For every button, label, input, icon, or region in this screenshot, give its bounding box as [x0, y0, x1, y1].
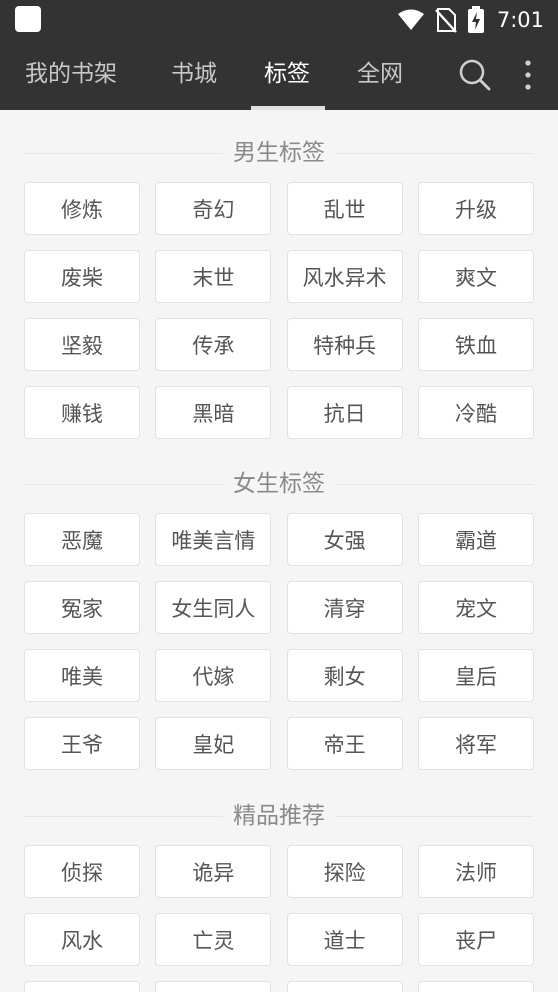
- tag-button[interactable]: 抗日: [286, 386, 403, 439]
- tag-button[interactable]: 探险: [286, 845, 403, 898]
- tag-button[interactable]: 特种兵: [286, 318, 403, 371]
- tab-bookstore[interactable]: 书城: [171, 40, 217, 110]
- tag-button[interactable]: 爽文: [417, 250, 534, 303]
- tag-button[interactable]: 帝王: [286, 717, 403, 770]
- tag-button[interactable]: 王爷: [24, 717, 140, 770]
- tag-button[interactable]: 诡异: [155, 845, 272, 898]
- tag-button[interactable]: 法师: [417, 845, 534, 898]
- tag-button[interactable]: 恶魔: [24, 513, 140, 566]
- wifi-icon: [397, 9, 424, 30]
- top-nav-bar: 我的书架 书城 标签 全网: [0, 40, 558, 110]
- tag-grid-male: 修炼 奇幻 乱世 升级 废柴 末世 风水异术 爽文 坚毅 传承 特种兵 铁血 赚…: [24, 182, 534, 439]
- tag-button[interactable]: 奇幻: [155, 182, 272, 235]
- tag-button[interactable]: 皇后: [417, 649, 534, 702]
- tag-button[interactable]: 将军: [417, 717, 534, 770]
- tag-button[interactable]: 废柴: [24, 250, 140, 303]
- tag-button-partial[interactable]: [286, 981, 403, 992]
- tag-button[interactable]: 铁血: [417, 318, 534, 371]
- tag-button[interactable]: 唯美: [24, 649, 140, 702]
- section-header-male: 男生标签: [24, 135, 534, 171]
- tag-button[interactable]: 冷酷: [417, 386, 534, 439]
- tag-grid-female: 恶魔 唯美言情 女强 霸道 冤家 女生同人 清穿 宠文 唯美 代嫁 剩女 皇后 …: [24, 513, 534, 770]
- tag-button[interactable]: 女强: [286, 513, 403, 566]
- tag-button[interactable]: 皇妃: [155, 717, 272, 770]
- tag-button[interactable]: 剩女: [286, 649, 403, 702]
- battery-charging-icon: [467, 6, 484, 33]
- tag-button[interactable]: 亡灵: [155, 913, 272, 966]
- tag-button[interactable]: 唯美言情: [155, 513, 272, 566]
- app-notification-icon: [15, 6, 41, 32]
- section-header-recommended: 精品推荐: [24, 798, 534, 834]
- tag-button-partial[interactable]: [155, 981, 272, 992]
- tag-button[interactable]: 宠文: [417, 581, 534, 634]
- tag-button[interactable]: 黑暗: [155, 386, 272, 439]
- section-title: 男生标签: [223, 135, 335, 171]
- tag-button-partial[interactable]: [417, 981, 534, 992]
- tag-button[interactable]: 风水: [24, 913, 140, 966]
- tag-button-partial[interactable]: [24, 981, 140, 992]
- tag-list-content: 男生标签 修炼 奇幻 乱世 升级 废柴 末世 风水异术 爽文 坚毅 传承 特种兵…: [0, 110, 558, 992]
- no-sim-icon: [434, 8, 457, 33]
- search-icon[interactable]: [458, 58, 492, 92]
- tab-whole-web[interactable]: 全网: [357, 40, 403, 110]
- tab-bookshelf[interactable]: 我的书架: [25, 40, 117, 110]
- more-vertical-icon[interactable]: [518, 58, 538, 92]
- section-header-female: 女生标签: [24, 466, 534, 502]
- status-bar: 7:01: [0, 0, 558, 40]
- tag-grid-recommended: 侦探 诡异 探险 法师 风水 亡灵 道士 丧尸: [24, 845, 534, 992]
- tag-button[interactable]: 代嫁: [155, 649, 272, 702]
- tag-button[interactable]: 女生同人: [155, 581, 272, 634]
- tag-button[interactable]: 清穿: [286, 581, 403, 634]
- tab-tags[interactable]: 标签: [264, 40, 310, 110]
- tag-button[interactable]: 传承: [155, 318, 272, 371]
- tag-button[interactable]: 坚毅: [24, 318, 140, 371]
- tag-button[interactable]: 乱世: [286, 182, 403, 235]
- section-title: 女生标签: [223, 466, 335, 502]
- tag-button[interactable]: 冤家: [24, 581, 140, 634]
- tag-button[interactable]: 风水异术: [286, 250, 403, 303]
- section-title: 精品推荐: [223, 798, 335, 834]
- tag-button[interactable]: 末世: [155, 250, 272, 303]
- tag-button[interactable]: 修炼: [24, 182, 140, 235]
- tag-button[interactable]: 霸道: [417, 513, 534, 566]
- tag-button[interactable]: 丧尸: [417, 913, 534, 966]
- status-icons: 7:01: [397, 0, 544, 40]
- tag-button[interactable]: 道士: [286, 913, 403, 966]
- tag-button[interactable]: 赚钱: [24, 386, 140, 439]
- tag-button[interactable]: 升级: [417, 182, 534, 235]
- status-time: 7:01: [496, 8, 544, 32]
- tag-button[interactable]: 侦探: [24, 845, 140, 898]
